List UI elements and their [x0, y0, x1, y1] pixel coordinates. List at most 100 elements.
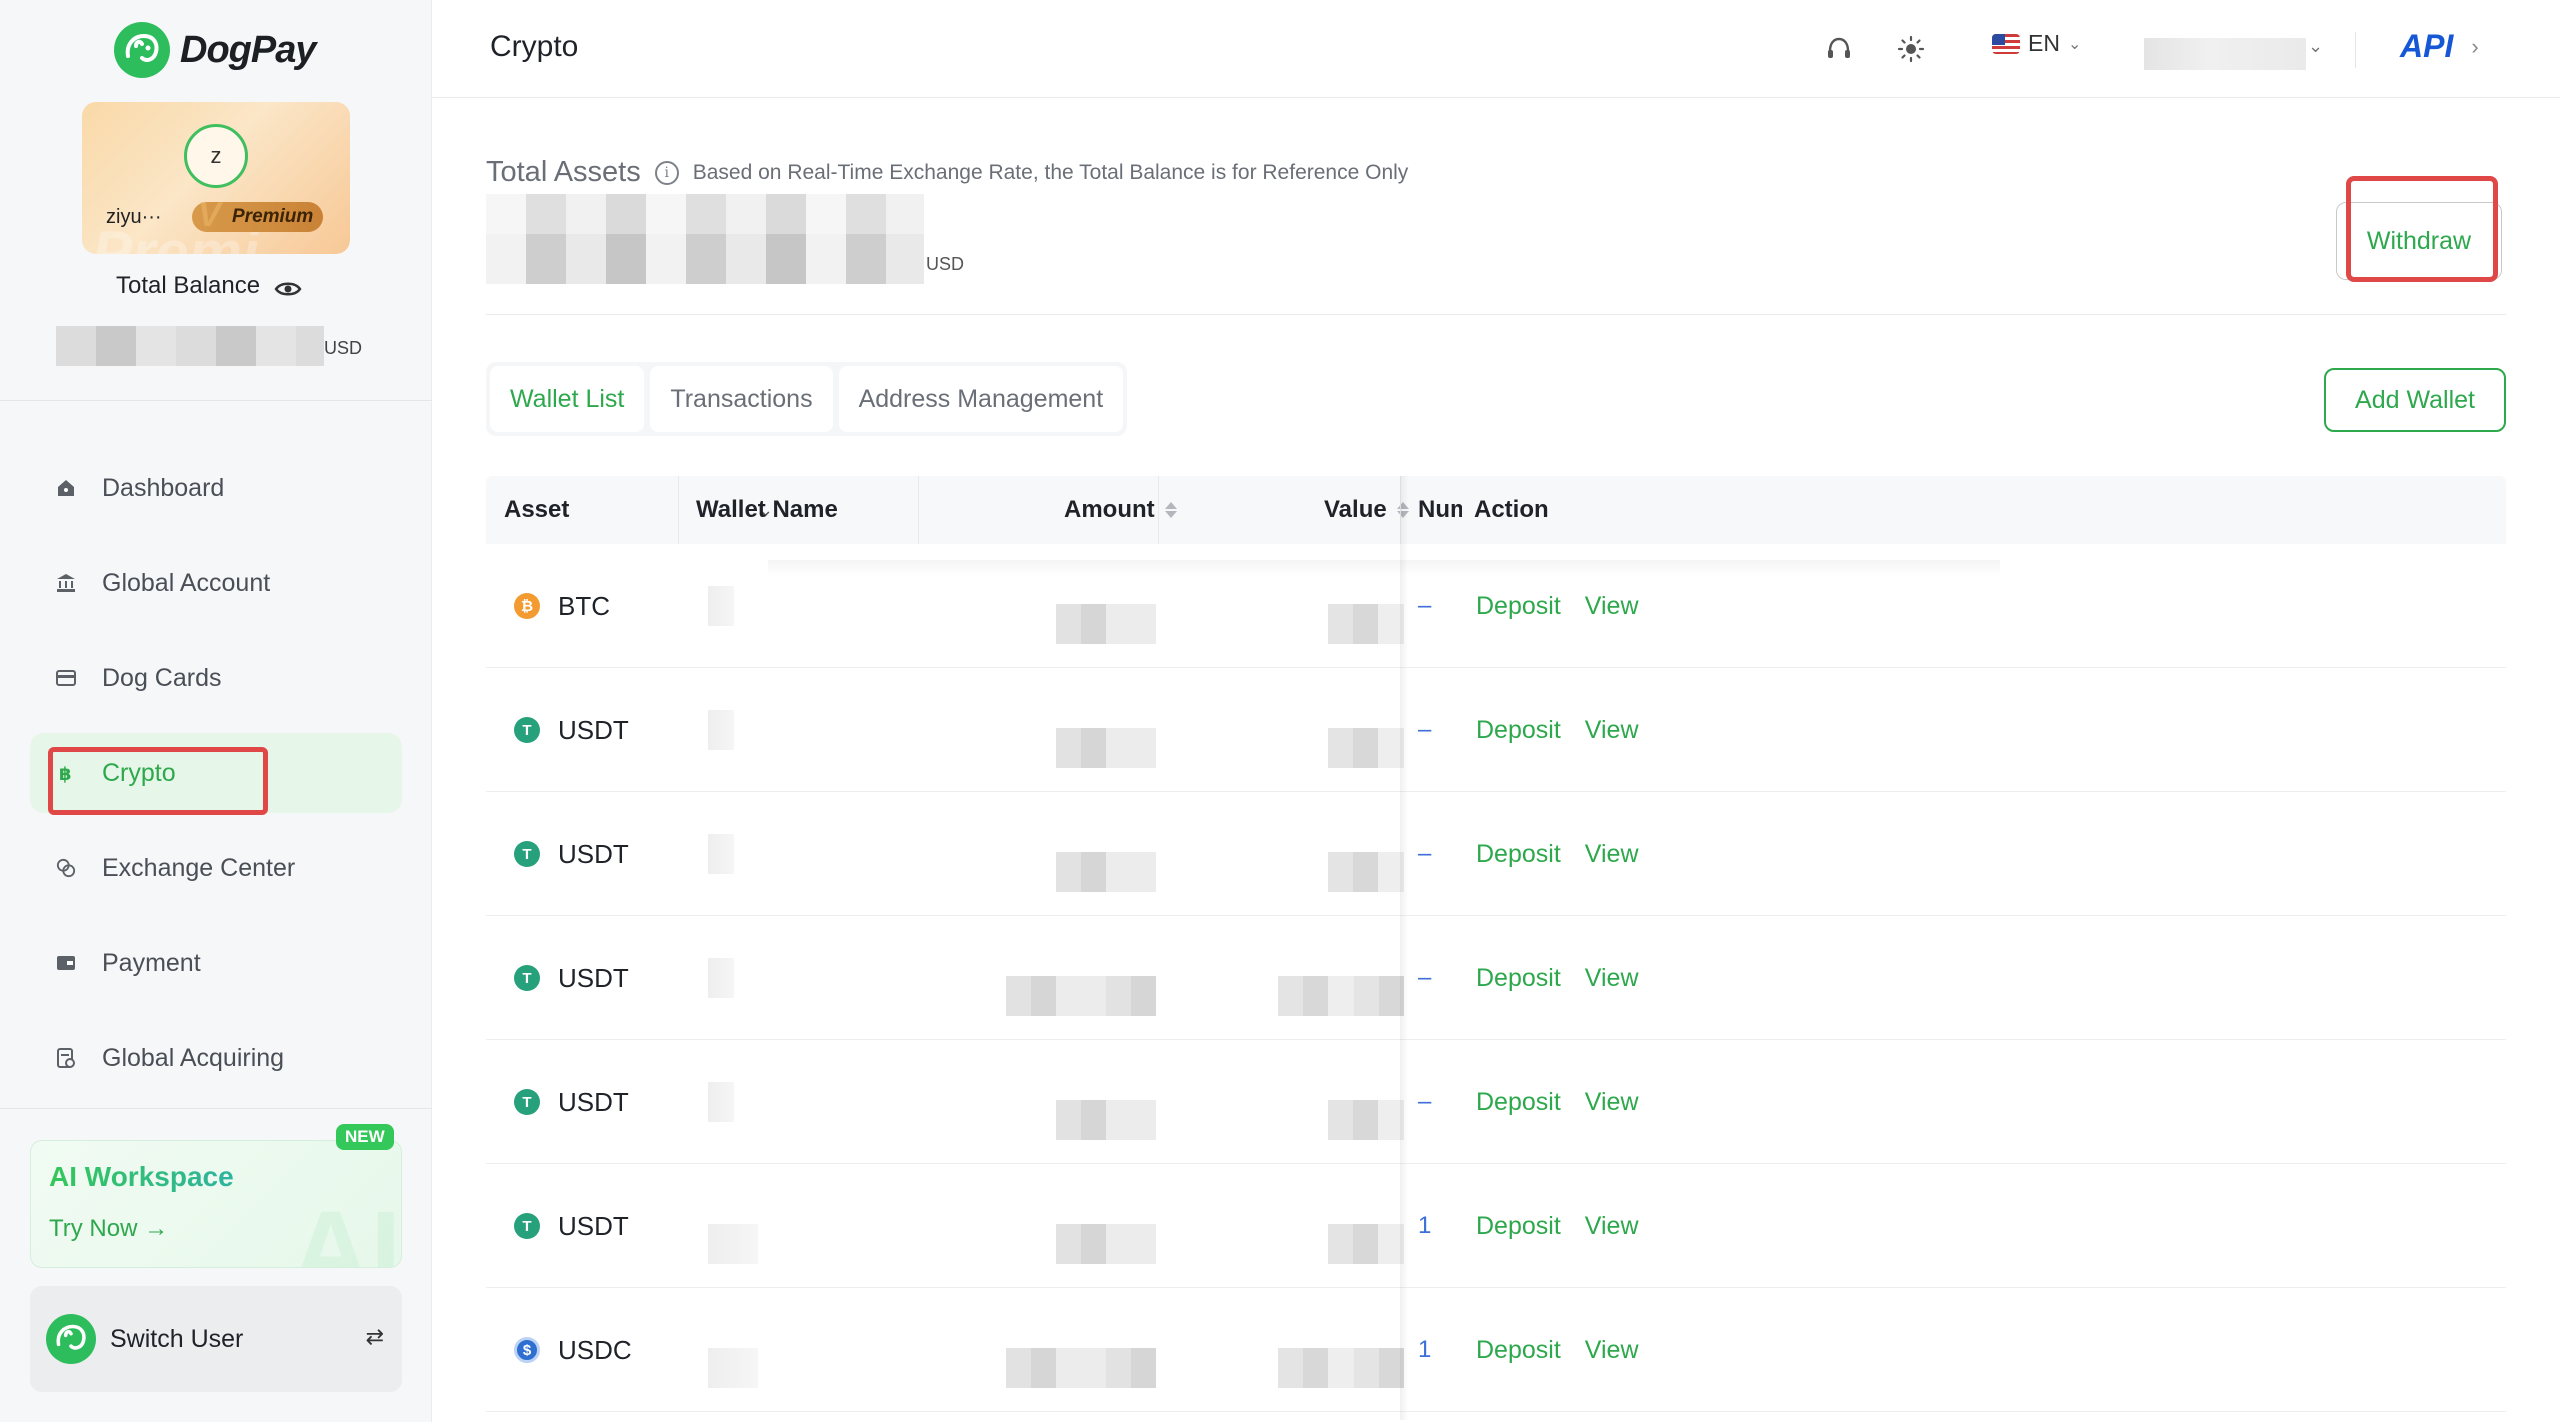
number-cell[interactable]: –	[1418, 668, 1431, 792]
wallet-name-redacted	[708, 1348, 758, 1388]
column-value[interactable]: Value	[1324, 476, 1409, 544]
account-redacted[interactable]	[2144, 38, 2306, 70]
sidebar-item-global-account[interactable]: Global Account	[30, 543, 402, 623]
deposit-link[interactable]: Deposit	[1476, 1088, 1561, 1117]
column-amount[interactable]: Amount	[1064, 476, 1177, 544]
column-asset[interactable]: Asset ⌄	[504, 476, 773, 544]
try-now-link[interactable]: Try Now →	[49, 1215, 168, 1243]
number-link[interactable]: –	[1418, 840, 1431, 868]
total-balance-text: Total Balance	[116, 272, 261, 299]
eye-icon[interactable]	[274, 277, 302, 296]
asset-name: USDT	[558, 838, 629, 869]
number-cell[interactable]: 1	[1418, 1164, 1431, 1288]
column-action: Action	[1474, 496, 1549, 523]
table-row: T USDT – Deposit View	[486, 792, 2506, 916]
wallet-name-redacted	[708, 710, 734, 750]
sidebar-item-label: Crypto	[102, 758, 176, 787]
table-loading-fade	[768, 560, 2000, 576]
add-wallet-button[interactable]: Add Wallet	[2324, 368, 2506, 432]
view-link[interactable]: View	[1585, 1212, 1639, 1241]
asset-name: USDT	[558, 1086, 629, 1117]
view-link[interactable]: View	[1585, 1336, 1639, 1365]
value-redacted	[1328, 1224, 1404, 1264]
wallet-tabs: Wallet List Transactions Address Managem…	[486, 362, 1128, 436]
withdraw-button[interactable]: Withdraw	[2336, 202, 2502, 280]
number-link[interactable]: 1	[1418, 1212, 1431, 1240]
sidebar-item-payment[interactable]: Payment	[30, 923, 402, 1003]
usdt-coin-icon: T	[514, 1089, 540, 1115]
tab-wallet-list[interactable]: Wallet List	[490, 366, 645, 432]
amount-redacted	[1056, 604, 1156, 644]
bank-icon	[56, 573, 76, 593]
sidebar-item-global-acquiring[interactable]: Global Acquiring	[30, 1018, 402, 1098]
sidebar-item-dashboard[interactable]: Dashboard	[30, 448, 402, 528]
number-cell[interactable]: –	[1418, 916, 1431, 1040]
sort-icon[interactable]	[1164, 502, 1177, 518]
amount-redacted	[1006, 1348, 1156, 1388]
tab-address-management[interactable]: Address Management	[838, 366, 1124, 432]
dogpay-logo[interactable]: DogPay	[114, 22, 316, 78]
view-link[interactable]: View	[1585, 1088, 1639, 1117]
sidebar-item-exchange-center[interactable]: Exchange Center	[30, 828, 402, 908]
sidebar-item-dog-cards[interactable]: Dog Cards	[30, 638, 402, 718]
table-row: T USDT – Deposit View	[486, 1040, 2506, 1164]
deposit-link[interactable]: Deposit	[1476, 716, 1561, 745]
sidebar-item-label: Global Acquiring	[102, 1043, 285, 1072]
headset-icon[interactable]	[1824, 34, 1854, 64]
avatar: z	[184, 124, 248, 188]
number-cell[interactable]: –	[1418, 792, 1431, 916]
asset-name: USDT	[558, 962, 629, 993]
column-asset-label: Asset	[504, 496, 570, 523]
top-bar: Crypto EN ⌄ ⌄ API ›	[432, 0, 2560, 98]
chevron-down-icon: ⌄	[2067, 35, 2082, 53]
main-content: Total Assets i Based on Real-Time Exchan…	[432, 98, 2560, 1422]
table-body: ₿ BTC – Deposit View T USDT – Deposit Vi…	[486, 544, 2506, 1412]
action-cell: Deposit View	[1476, 1288, 1663, 1412]
view-link[interactable]: View	[1585, 840, 1639, 869]
deposit-link[interactable]: Deposit	[1476, 1212, 1561, 1241]
table-row: T USDT – Deposit View	[486, 668, 2506, 792]
info-icon[interactable]: i	[654, 160, 679, 185]
vip-mark: V	[198, 196, 221, 234]
number-cell[interactable]: –	[1418, 1040, 1431, 1164]
view-link[interactable]: View	[1585, 716, 1639, 745]
topbar-divider	[2355, 32, 2356, 68]
deposit-link[interactable]: Deposit	[1476, 592, 1561, 621]
theme-sun-icon[interactable]	[1896, 34, 1926, 64]
sidebar-item-crypto[interactable]: ฿ Crypto	[30, 733, 402, 815]
usdt-coin-icon: T	[514, 717, 540, 743]
number-cell[interactable]: 1	[1418, 1288, 1431, 1412]
api-link[interactable]: API ›	[2400, 28, 2479, 65]
tab-transactions[interactable]: Transactions	[650, 366, 833, 432]
switch-user-button[interactable]: Switch User ⇄	[30, 1286, 402, 1392]
ai-workspace-card[interactable]: AI AI Workspace Try Now →	[30, 1140, 402, 1268]
deposit-link[interactable]: Deposit	[1476, 840, 1561, 869]
number-link[interactable]: –	[1418, 1088, 1431, 1116]
value-redacted	[1328, 1100, 1404, 1140]
asset-cell: T USDT	[514, 792, 629, 916]
number-link[interactable]: 1	[1418, 1336, 1431, 1364]
ai-bg-text: AI	[291, 1189, 401, 1268]
number-link[interactable]: –	[1418, 716, 1431, 744]
user-profile-card[interactable]: Premi z ziyu··· V Premium	[82, 102, 350, 254]
chevron-down-icon[interactable]: ⌄	[2308, 36, 2323, 57]
total-assets-unit: USD	[926, 254, 965, 274]
view-link[interactable]: View	[1585, 964, 1639, 993]
language-selector[interactable]: EN ⌄	[1992, 30, 2081, 57]
value-redacted	[1328, 604, 1404, 644]
exchange-icon	[56, 858, 76, 878]
premium-label: Premium	[232, 206, 314, 227]
deposit-link[interactable]: Deposit	[1476, 964, 1561, 993]
view-link[interactable]: View	[1585, 592, 1639, 621]
ai-workspace-title: AI Workspace	[49, 1161, 234, 1192]
deposit-link[interactable]: Deposit	[1476, 1336, 1561, 1365]
number-link[interactable]: –	[1418, 964, 1431, 992]
number-link[interactable]: –	[1418, 592, 1431, 620]
switch-user-label: Switch User	[110, 1324, 244, 1353]
balance-redacted	[56, 326, 324, 366]
sidebar-item-label: Global Account	[102, 568, 271, 597]
table-row: $ USDC 1 Deposit View	[486, 1288, 2506, 1412]
total-balance-label: Total Balance	[116, 272, 302, 300]
svg-text:฿: ฿	[59, 764, 72, 783]
sidebar-item-label: Dog Cards	[102, 663, 222, 692]
